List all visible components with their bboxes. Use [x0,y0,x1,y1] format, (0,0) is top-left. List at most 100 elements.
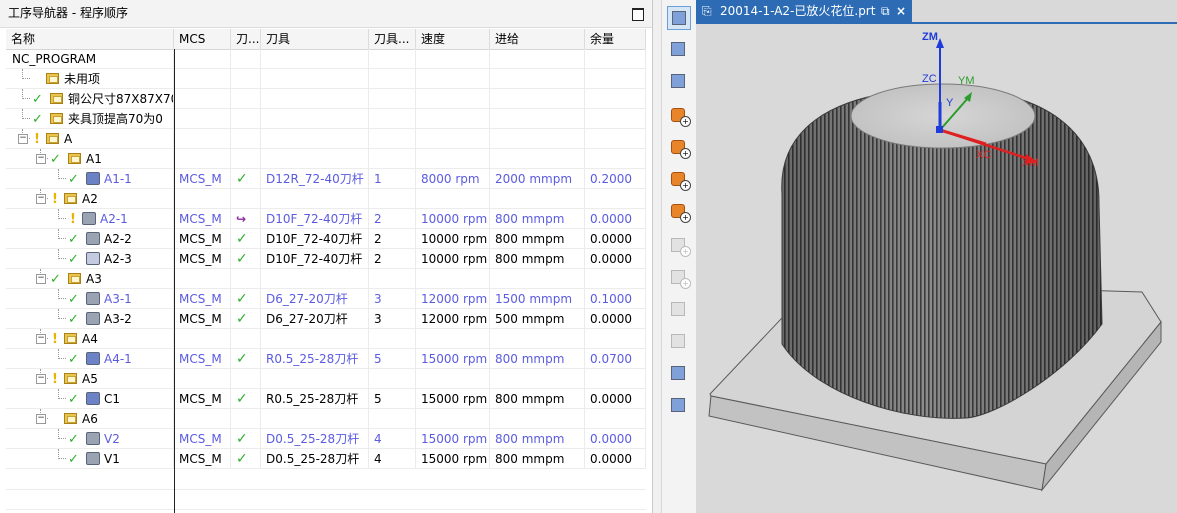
replay-toolpath-icon[interactable] [667,298,691,322]
tree-line [58,258,66,259]
tool-cell: D6_27-20刀杆 [261,289,369,309]
col-header-feed[interactable]: 进给 [490,29,585,49]
table-row[interactable]: ✓ C1 MCS_M ✓ R0.5_25-28刀杆 5 15000 rpm 800 mmpm 0… [6,389,646,409]
table-row[interactable]: NC_PROGRAM [6,49,646,69]
table-row[interactable]: ✓ A3-2 MCS_M ✓ D6_27-20刀杆 3 12000 rpm 500 mmpm 0… [6,309,646,329]
mcs-cell: MCS_M [174,289,231,309]
table-row[interactable]: ✓ A3-1 MCS_M ✓ D6_27-20刀杆 3 12000 rpm 1500 mmpm… [6,289,646,309]
geometry-view-icon[interactable] [667,70,691,94]
table-row[interactable]: −! A4 [6,329,646,349]
table-row[interactable]: ✓ 夹具顶提高70为0 [6,109,646,129]
operation-name: A6 [82,412,98,426]
collapse-icon[interactable]: − [36,374,46,384]
status-complete-icon: ✓ [50,272,61,287]
table-row[interactable]: − ✓ A3 [6,269,646,289]
col-header-tool[interactable]: 刀具 [261,29,369,49]
path-status-cell: ✓ [231,229,261,249]
table-row[interactable]: ✓ A4-1 MCS_M ✓ R0.5_25-28刀杆 5 15000 rpm 800 mmp… [6,349,646,369]
table-row[interactable]: ✓ A1-1 MCS_M ✓ D12R_72-40刀杆 1 8000 rpm 2000 mmp… [6,169,646,189]
table-row[interactable]: ✓ A2-3 MCS_M ✓ D10F_72-40刀杆 2 10000 rpm 800 mmp… [6,249,646,269]
output-cls-icon[interactable] [667,394,691,418]
name-cell: − A6 [6,409,174,429]
axis-label-xc: XC [976,149,991,161]
create-program-icon[interactable]: + [667,104,691,128]
program-folder-icon [50,93,63,104]
part-file-tab[interactable]: ⎘ 20014-1-A2-已放火花位.prt ⧉ × [696,0,912,22]
collapse-icon[interactable]: − [18,134,28,144]
collapse-icon[interactable]: − [36,194,46,204]
status-complete-icon: ✓ [68,252,79,267]
stock-cell [585,189,646,209]
table-row[interactable]: ✓ 铜公尺寸87X87X70 [6,89,646,109]
col-header-mcs[interactable]: MCS [174,29,231,49]
table-row[interactable]: −! A2 [6,189,646,209]
table-row[interactable]: ✓ A2-2 MCS_M ✓ D10F_72-40刀杆 2 10000 rpm 800 mmp… [6,229,646,249]
table-row[interactable]: ! A2-1 MCS_M ↪ D10F_72-40刀杆 2 10000 rpm 800 mmp… [6,209,646,229]
name-cell: ✓ A4-1 [6,349,174,369]
col-header-stock[interactable]: 余量 [585,29,646,49]
collapse-icon[interactable]: − [36,154,46,164]
verify-toolpath-icon[interactable]: + [667,234,691,258]
name-cell: − ✓ A3 [6,269,174,289]
operation-name: A4 [82,332,98,346]
tool-cell [261,189,369,209]
axis-label-ym: YM [958,75,975,87]
part-3d-view[interactable]: ZM ZC YM Y XC XM [696,24,1177,513]
graphics-window[interactable]: ⎘ 20014-1-A2-已放火花位.prt ⧉ × ZM ZC YM Y XC… [696,0,1177,513]
stock-cell [585,109,646,129]
table-row[interactable]: − A6 [6,409,646,429]
maximize-icon[interactable] [632,8,644,21]
plus-badge-icon: + [680,116,691,127]
tree-line [58,318,66,319]
program-folder-icon [64,373,77,384]
status-warning-icon: ! [52,372,58,387]
operation-name: NC_PROGRAM [12,52,97,66]
tool-number-cell: 4 [369,449,416,469]
stock-cell: 0.0000 [585,449,646,469]
col-header-path-status[interactable]: 刀... [231,29,261,49]
col-header-speed[interactable]: 速度 [416,29,490,49]
operation-name: 未用项 [64,72,101,86]
operation-icon [86,172,100,185]
tool-number-cell: 2 [369,209,416,229]
stock-cell [585,369,646,389]
speed-cell [416,109,490,129]
close-icon[interactable]: × [896,0,906,22]
operation-icon [86,392,100,405]
pin-icon[interactable]: ⧉ [881,0,890,22]
table-row[interactable]: −! A5 [6,369,646,389]
create-geometry-icon[interactable]: + [667,168,691,192]
path-status-cell [231,89,261,109]
table-row[interactable]: − ✓ A1 [6,149,646,169]
program-order-view-icon[interactable] [667,6,691,30]
path-status-cell [231,189,261,209]
machine-tool-view-icon[interactable] [667,38,691,62]
table-row[interactable]: −! A [6,129,646,149]
status-warning-icon: ! [70,212,76,227]
collapse-icon[interactable]: − [36,334,46,344]
postprocess-icon[interactable] [667,330,691,354]
path-ok-icon: ✓ [236,451,248,467]
tool-number-cell: 3 [369,289,416,309]
shop-docs-icon[interactable] [667,362,691,386]
collapse-icon[interactable]: − [36,414,46,424]
operation-name: A5 [82,372,98,386]
col-header-name[interactable]: 名称 [6,29,174,49]
regenerate-icon[interactable]: + [667,266,691,290]
col-header-tool-number[interactable]: 刀具... [369,29,416,49]
tool-cell: D6_27-20刀杆 [261,309,369,329]
table-row[interactable]: 未用项 [6,69,646,89]
collapse-icon[interactable]: − [36,274,46,284]
path-status-cell: ✓ [231,449,261,469]
path-ok-icon: ✓ [236,171,248,187]
operation-icon [82,212,96,225]
table-row[interactable]: ✓ V2 MCS_M ✓ D0.5_25-28刀杆 4 15000 rpm 800 mmpm 0… [6,429,646,449]
stock-cell: 0.1000 [585,289,646,309]
tree-line [22,118,30,119]
tree-line [58,218,66,219]
table-row[interactable]: ✓ V1 MCS_M ✓ D0.5_25-28刀杆 4 15000 rpm 800 mmpm 0… [6,449,646,469]
create-method-icon[interactable]: + [667,200,691,224]
operation-name: A2 [82,192,98,206]
create-tool-icon[interactable]: + [667,136,691,160]
operation-icon [86,292,100,305]
